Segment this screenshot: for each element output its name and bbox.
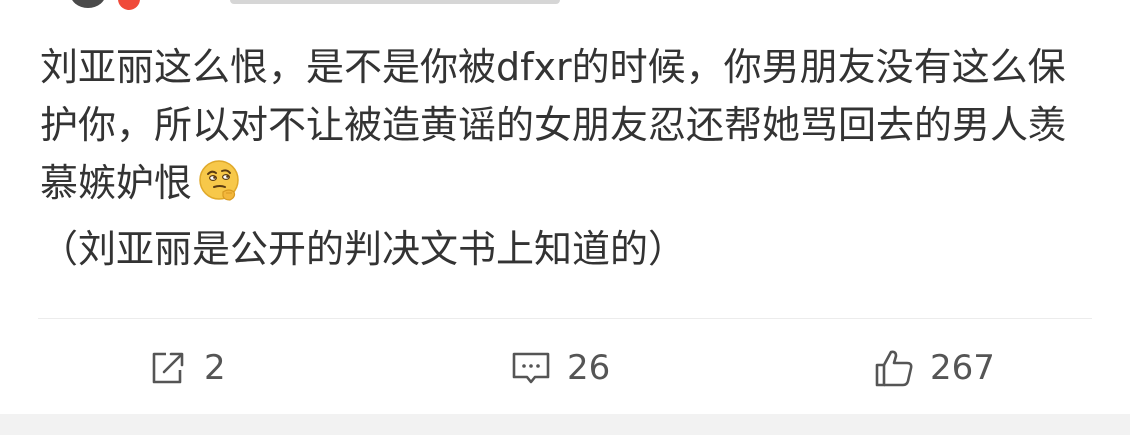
comment-icon: [509, 346, 553, 390]
post-action-bar: 2 26 267: [0, 336, 1130, 400]
comment-count: 26: [567, 348, 611, 388]
like-button[interactable]: 267: [872, 336, 995, 400]
repost-button[interactable]: 2: [146, 336, 226, 400]
like-count: 267: [930, 348, 995, 388]
post-header-cropped: [0, 0, 1130, 14]
username-cropped[interactable]: [230, 0, 560, 4]
feed-separator: [0, 414, 1130, 435]
verified-badge-icon: [118, 0, 140, 10]
thinking-face-icon: [196, 158, 242, 220]
thumbs-up-icon: [872, 346, 916, 390]
repost-icon: [146, 346, 190, 390]
divider: [38, 318, 1092, 319]
repost-count: 2: [204, 348, 226, 388]
comment-button[interactable]: 26: [509, 336, 610, 400]
avatar[interactable]: [70, 0, 106, 8]
post-note-text: （刘亚丽是公开的判决文书上知道的）: [40, 227, 687, 271]
post-text: 刘亚丽这么恨，是不是你被dfxr的时候，你男朋友没有这么保护你，所以对不让被造黄…: [40, 38, 1090, 278]
post-card: 刘亚丽这么恨，是不是你被dfxr的时候，你男朋友没有这么保护你，所以对不让被造黄…: [0, 0, 1130, 414]
post-main-text: 刘亚丽这么恨，是不是你被dfxr的时候，你男朋友没有这么保护你，所以对不让被造黄…: [40, 45, 1067, 205]
